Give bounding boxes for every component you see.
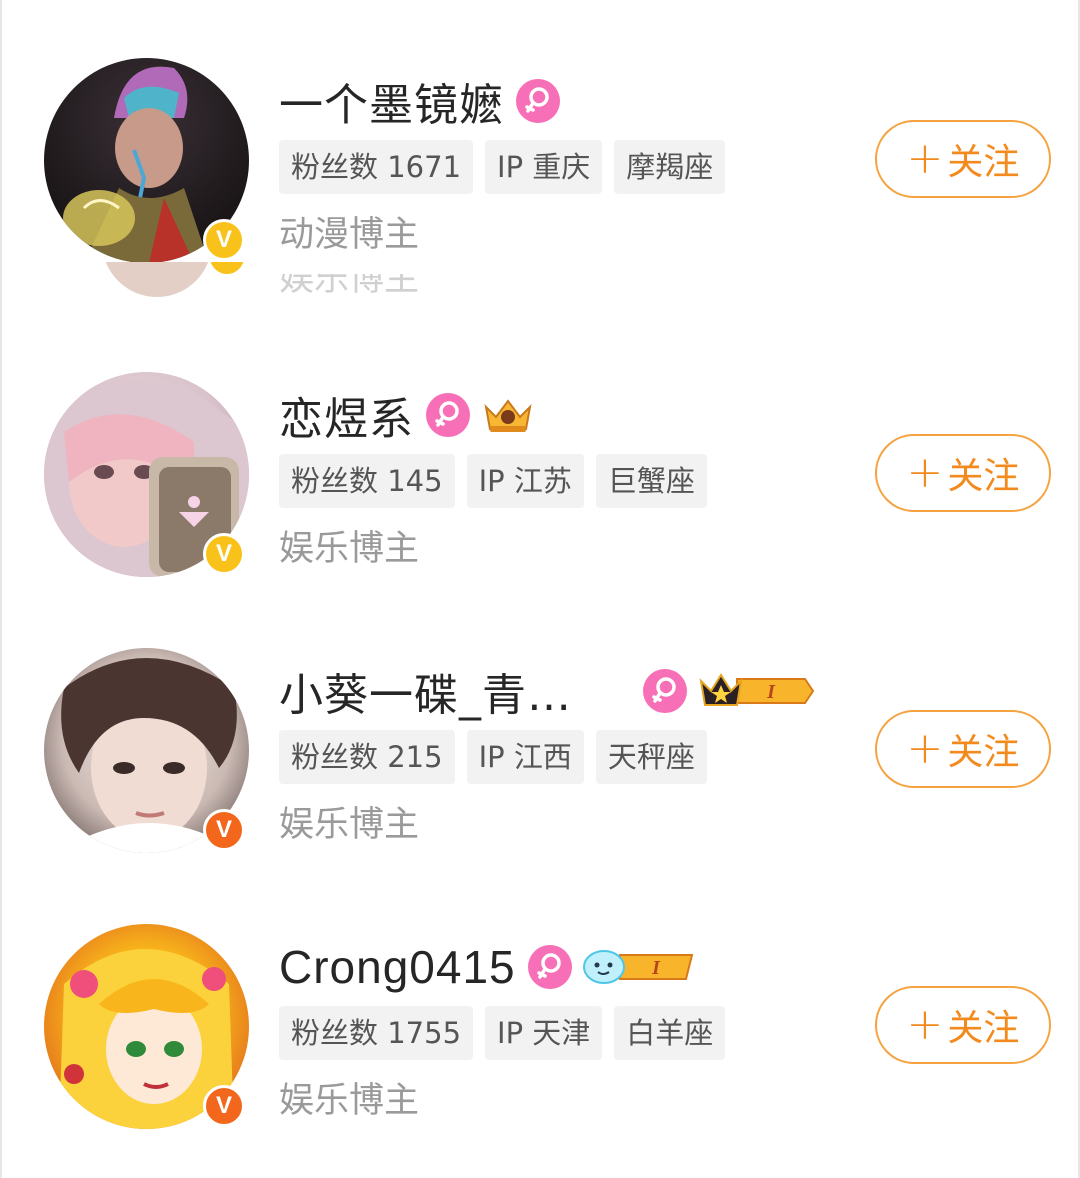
level-text: I	[766, 681, 776, 703]
tag-list: 粉丝数 1755 IP 天津 白羊座	[279, 1006, 726, 1060]
tag-zodiac: 天秤座	[595, 730, 707, 784]
tag-zodiac: 巨蟹座	[595, 454, 707, 508]
avatar[interactable]: V	[44, 924, 249, 1129]
female-icon	[426, 393, 470, 437]
cloud-level-badge-icon: I	[582, 947, 698, 987]
tag-ip: IP 江苏	[466, 454, 584, 508]
crown-level-badge-icon: I	[697, 671, 817, 711]
follow-button[interactable]: + 关注	[875, 710, 1051, 788]
user-role: 娱乐博主	[279, 529, 420, 569]
user-name[interactable]: 恋煜系	[279, 383, 414, 447]
name-line: 一个墨镜嬷	[279, 66, 725, 136]
name-line: 小葵一碟_青… I	[279, 656, 817, 726]
tag-ip: IP 重庆	[485, 140, 603, 194]
plus-icon: +	[906, 133, 944, 184]
tag-fans: 粉丝数 145	[279, 454, 455, 508]
tag-list: 粉丝数 215 IP 江西 天秤座	[279, 730, 817, 784]
avatar-fragment	[102, 262, 212, 297]
female-icon	[516, 79, 560, 123]
follow-label: 关注	[947, 142, 1020, 183]
plus-icon: +	[906, 723, 944, 774]
user-role: 动漫博主	[279, 215, 420, 255]
tag-fans: 粉丝数 1755	[279, 1006, 474, 1060]
follow-label: 关注	[947, 1008, 1020, 1049]
follow-button[interactable]: + 关注	[875, 986, 1051, 1064]
user-role: 娱乐博主	[279, 1081, 420, 1121]
verified-v-icon: V	[203, 219, 245, 261]
tag-ip: IP 江西	[466, 730, 584, 784]
user-list-page: V 一个墨镜嬷 粉丝数 1671 IP 重庆 摩羯座 动漫博主 + 关注 娱乐博…	[0, 0, 1080, 1178]
user-name[interactable]: 小葵一碟_青…	[279, 659, 631, 723]
tag-fans: 粉丝数 1671	[279, 140, 474, 194]
plus-icon: +	[906, 447, 944, 498]
tag-zodiac: 摩羯座	[614, 140, 726, 194]
follow-button[interactable]: + 关注	[875, 434, 1051, 512]
avatar[interactable]: V	[44, 58, 249, 263]
female-icon	[527, 945, 572, 989]
verified-v-icon: V	[203, 809, 245, 851]
plus-icon: +	[906, 999, 944, 1050]
female-icon	[643, 669, 687, 713]
hidden-row-remnant: 娱乐博主	[2, 262, 1080, 312]
user-info: Crong0415 I 粉丝数 1755 IP 天津 白羊座 娱乐博主	[279, 932, 726, 1123]
user-info: 一个墨镜嬷 粉丝数 1671 IP 重庆 摩羯座 动漫博主	[279, 66, 726, 257]
tag-list: 粉丝数 1671 IP 重庆 摩羯座	[279, 140, 726, 194]
verified-v-icon: V	[203, 533, 245, 575]
level-text: I	[651, 957, 661, 979]
name-line: Crong0415 I	[279, 932, 725, 1002]
avatar[interactable]: V	[44, 648, 249, 853]
avatar[interactable]: V	[44, 372, 249, 577]
verified-v-icon	[210, 262, 244, 274]
tag-zodiac: 白羊座	[614, 1006, 726, 1060]
tag-ip: IP 天津	[485, 1006, 603, 1060]
verified-v-icon: V	[203, 1085, 245, 1127]
tag-list: 粉丝数 145 IP 江苏 巨蟹座	[279, 454, 707, 508]
user-info: 恋煜系 粉丝数 145 IP 江苏 巨蟹座 娱乐博主	[279, 380, 707, 571]
role-fragment: 娱乐博主	[279, 274, 419, 296]
user-name[interactable]: 一个墨镜嬷	[279, 69, 504, 133]
follow-button[interactable]: + 关注	[875, 120, 1051, 198]
tag-fans: 粉丝数 215	[279, 730, 455, 784]
name-line: 恋煜系	[279, 380, 707, 450]
user-role: 娱乐博主	[279, 805, 420, 845]
user-name[interactable]: Crong0415	[279, 940, 516, 994]
user-info: 小葵一碟_青… I 粉丝数 215 IP 江西 天秤座 娱乐博主	[279, 656, 817, 847]
follow-label: 关注	[947, 456, 1020, 497]
crown-badge-icon	[480, 395, 536, 435]
follow-label: 关注	[947, 732, 1020, 773]
